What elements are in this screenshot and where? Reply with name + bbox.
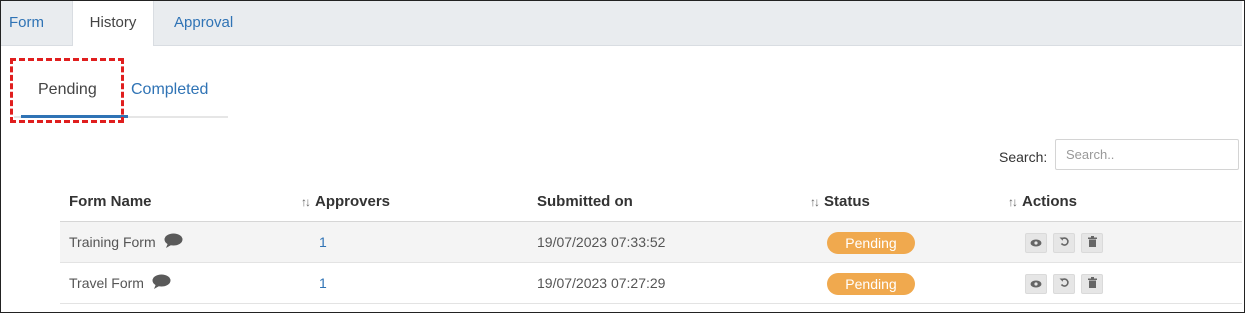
- status-badge: Pending: [827, 273, 915, 295]
- column-header-status-label: Status: [824, 193, 870, 210]
- highlight-box: [10, 58, 124, 123]
- column-header-approvers[interactable]: ↑↓ Approvers: [301, 182, 390, 222]
- form-name: Training Form: [69, 234, 156, 250]
- trash-icon: [1087, 275, 1097, 293]
- undo-button[interactable]: [1053, 233, 1075, 253]
- tab-form[interactable]: Form: [9, 1, 44, 45]
- view-button[interactable]: [1025, 233, 1047, 253]
- submitted-on-cell: 19/07/2023 07:27:29: [537, 275, 666, 291]
- column-header-status[interactable]: ↑↓ Status: [810, 182, 870, 222]
- form-name-cell: Training Form: [69, 222, 183, 262]
- tab-history[interactable]: History: [72, 1, 154, 46]
- sort-icon: ↑↓: [1008, 195, 1018, 209]
- approvers-count-link[interactable]: 1: [319, 222, 327, 262]
- column-header-actions[interactable]: ↑↓ Actions: [1008, 182, 1077, 222]
- table-row: Training Form 1 19/07/2023 07:33:52 Pend…: [60, 222, 1242, 263]
- column-header-submitted-on-label: Submitted on: [537, 193, 633, 210]
- view-button[interactable]: [1025, 274, 1047, 294]
- search-label: Search:: [999, 149, 1048, 165]
- approvers-count-link[interactable]: 1: [319, 263, 327, 303]
- status-badge: Pending: [827, 232, 915, 254]
- search-input[interactable]: [1055, 139, 1239, 170]
- column-header-form-name[interactable]: Form Name: [69, 182, 152, 222]
- delete-button[interactable]: [1081, 274, 1103, 294]
- submitted-on-cell: 19/07/2023 07:33:52: [537, 234, 666, 250]
- column-header-actions-label: Actions: [1022, 193, 1078, 210]
- tab-approval[interactable]: Approval: [174, 1, 233, 45]
- sort-icon: ↑↓: [301, 195, 311, 209]
- eye-icon: [1030, 275, 1042, 293]
- comment-icon[interactable]: [164, 223, 183, 263]
- eye-icon: [1030, 234, 1042, 252]
- column-header-submitted-on[interactable]: Submitted on: [537, 182, 633, 222]
- column-header-approvers-label: Approvers: [315, 193, 391, 210]
- delete-button[interactable]: [1081, 233, 1103, 253]
- undo-icon: [1059, 275, 1070, 293]
- undo-button[interactable]: [1053, 274, 1075, 294]
- table-row: Travel Form 1 19/07/2023 07:27:29 Pendin…: [60, 263, 1242, 304]
- form-name-cell: Travel Form: [69, 263, 171, 303]
- subtab-completed[interactable]: Completed: [131, 81, 208, 99]
- comment-icon[interactable]: [152, 264, 171, 304]
- main-tab-bar: Form History Approval: [1, 1, 1242, 46]
- form-name: Travel Form: [69, 275, 144, 291]
- column-header-form-name-label: Form Name: [69, 193, 152, 210]
- trash-icon: [1087, 234, 1097, 252]
- undo-icon: [1059, 234, 1070, 252]
- sort-icon: ↑↓: [810, 195, 820, 209]
